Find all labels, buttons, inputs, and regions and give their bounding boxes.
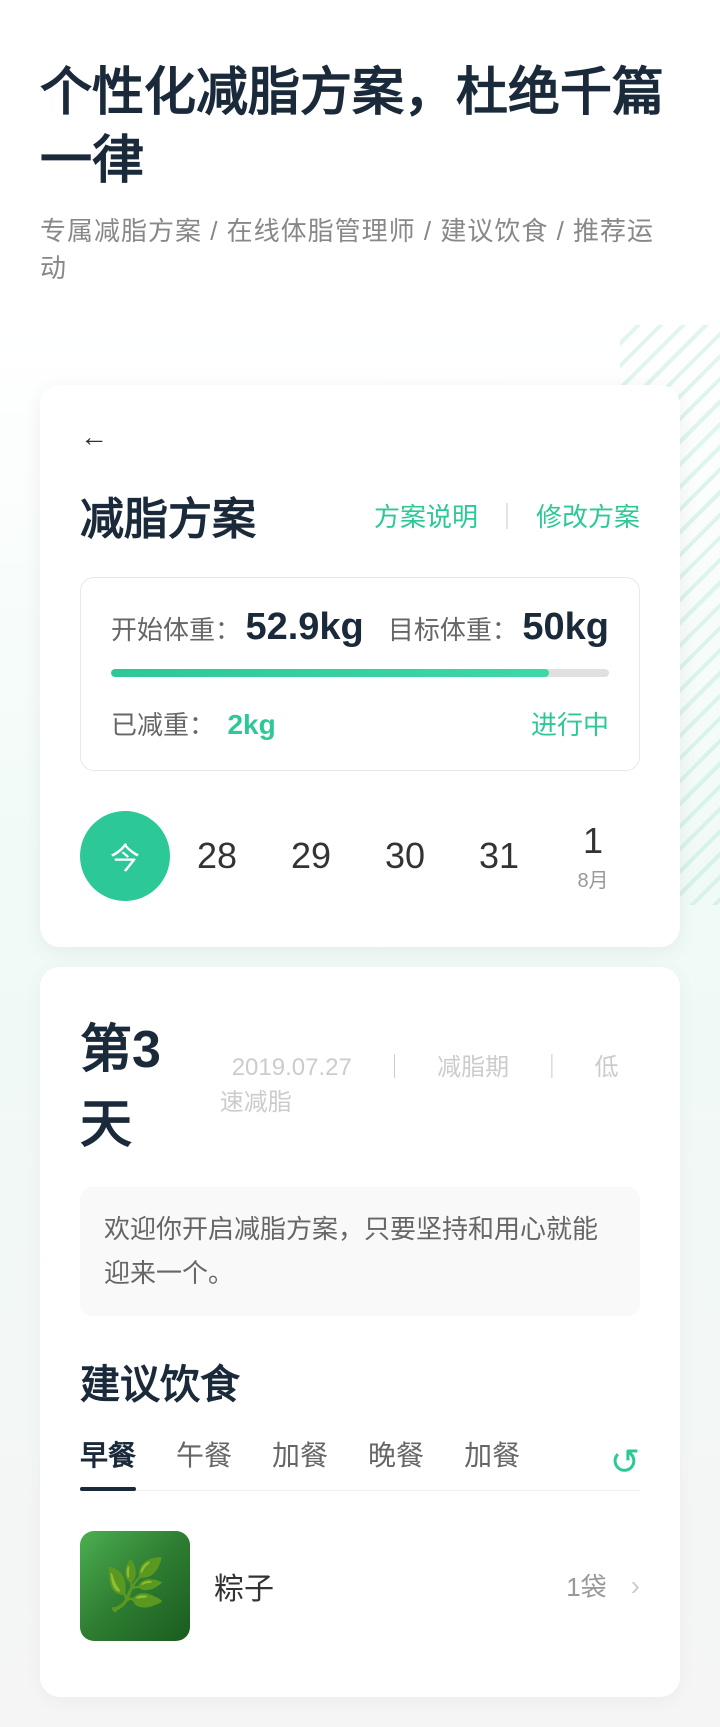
meal-tab-1[interactable]: 午餐 [176,1434,232,1490]
day-phase: 减脂期 [437,1054,509,1081]
day-header: 第3天 2019.07.27 ｜ 减脂期 ｜ 低速减脂 [80,1007,640,1157]
date-label: 今 [110,834,140,878]
date-item-3[interactable]: 30 [358,816,452,896]
main-content: ← 减脂方案 方案说明 ｜ 修改方案 开始体重： 52.9kg 目标体重： 50… [0,325,720,1726]
action-divider: ｜ [494,497,520,534]
target-weight-label: 目标体重： [388,615,518,645]
date-month: 8月 [577,864,608,893]
start-weight-value: 52.9kg [245,606,363,648]
separator1: ｜ [383,1054,407,1081]
lost-value: 2kg [227,709,275,740]
separator2: ｜ [540,1054,564,1081]
modify-action[interactable]: 修改方案 [536,497,640,534]
sub-title: 专属减脂方案 / 在线体脂管理师 / 建议饮食 / 推荐运动 [40,211,680,285]
day-number: 第3天 [80,1007,196,1157]
date-item-1[interactable]: 28 [170,816,264,896]
meal-tab-2[interactable]: 加餐 [272,1434,328,1490]
day-message: 欢迎你开启减脂方案，只要坚持和用心就能迎来一个。 [80,1187,640,1315]
weight-bottom: 已减重： 2kg 进行中 [111,705,609,742]
target-weight-group: 目标体重： 50kg [388,606,609,649]
start-weight-label: 开始体重： [111,615,241,645]
date-label: 30 [385,835,425,877]
date-label: 29 [291,835,331,877]
diet-title: 建议饮食 [80,1352,640,1410]
day-section: 第3天 2019.07.27 ｜ 减脂期 ｜ 低速减脂 欢迎你开启减脂方案，只要… [40,967,680,1696]
target-weight-value: 50kg [522,606,609,648]
date-label: 31 [479,835,519,877]
date-item-0[interactable]: 今 [80,811,170,901]
food-image: 🌿 [80,1531,190,1641]
date-label: 28 [197,835,237,877]
date-item-5[interactable]: 18月 [546,816,640,896]
date-selector: 今 28 29 30 31 18月 [80,801,640,911]
meal-tab-0[interactable]: 早餐 [80,1434,136,1490]
food-name: 粽子 [214,1564,542,1608]
meal-tab-4[interactable]: 加餐 [464,1434,520,1490]
meal-tab-3[interactable]: 晚餐 [368,1434,424,1490]
food-item[interactable]: 🌿 粽子 1袋 › [80,1515,640,1657]
back-icon: ← [80,421,108,453]
progress-fill [111,669,549,677]
start-weight-group: 开始体重： 52.9kg [111,606,364,649]
card-title: 减脂方案 [80,483,256,547]
date-label: 1 [583,820,603,862]
progress-bar [111,669,609,677]
weight-info-box: 开始体重： 52.9kg 目标体重： 50kg 已减重： 2kg 进行中 [80,577,640,771]
header-section: 个性化减脂方案，杜绝千篇一律 专属减脂方案 / 在线体脂管理师 / 建议饮食 /… [0,0,720,325]
date-item-2[interactable]: 29 [264,816,358,896]
card-actions: 方案说明 ｜ 修改方案 [374,497,640,534]
status-badge: 进行中 [531,705,609,742]
day-date: 2019.07.27 [232,1054,352,1081]
meal-tabs: 早餐午餐加餐晚餐加餐↺ [80,1434,640,1491]
card-header: 减脂方案 方案说明 ｜ 修改方案 [80,483,640,547]
explain-action[interactable]: 方案说明 [374,497,478,534]
lost-weight-group: 已减重： 2kg [111,705,276,742]
lost-label: 已减重： [111,710,215,740]
food-image-inner: 🌿 [80,1531,190,1641]
main-title: 个性化减脂方案，杜绝千篇一律 [40,60,680,195]
weight-row: 开始体重： 52.9kg 目标体重： 50kg [111,606,609,649]
date-item-4[interactable]: 31 [452,816,546,896]
diet-section: 建议饮食 早餐午餐加餐晚餐加餐↺ 🌿 粽子 1袋 › [80,1352,640,1657]
day-meta: 2019.07.27 ｜ 减脂期 ｜ 低速减脂 [220,1047,640,1117]
plan-card: ← 减脂方案 方案说明 ｜ 修改方案 开始体重： 52.9kg 目标体重： 50… [40,385,680,947]
back-button[interactable]: ← [80,421,108,453]
food-amount: 1袋 [566,1567,606,1604]
